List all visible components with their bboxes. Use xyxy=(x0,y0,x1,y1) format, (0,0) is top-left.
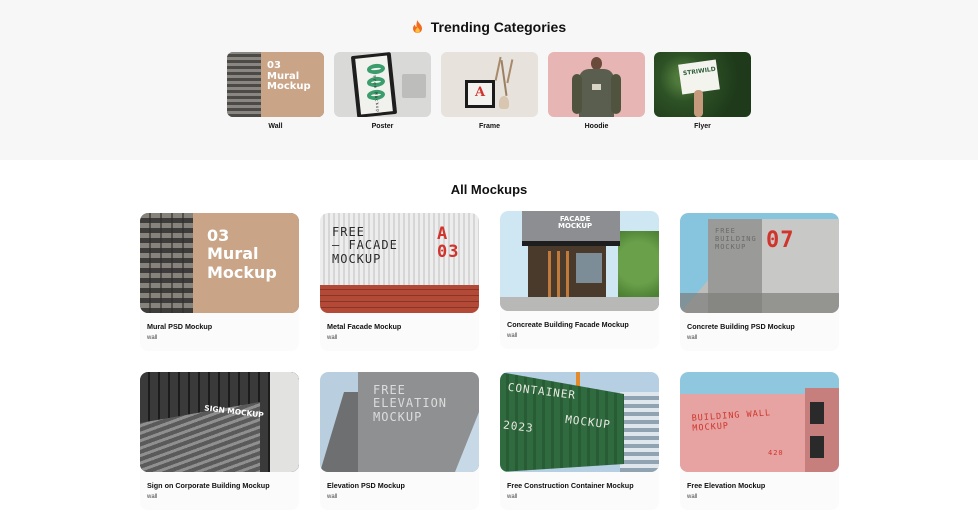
trending-title: Trending Categories xyxy=(430,19,567,35)
mockup-title[interactable]: Free Elevation Mockup xyxy=(687,481,765,490)
mockup-category: wall xyxy=(687,494,698,500)
category-thumb-flyer[interactable]: STRIWILD xyxy=(654,52,751,117)
mockup-card[interactable]: FREE ELEVATION MOCKUP Elevation PSD Mock… xyxy=(320,372,479,510)
mockup-image[interactable]: FREE BUILDING MOCKUP 07 xyxy=(680,213,839,313)
mockup-title[interactable]: Mural PSD Mockup xyxy=(147,322,212,331)
mockup-title[interactable]: Free Construction Container Mockup xyxy=(507,481,634,490)
all-mockups-heading: All Mockups xyxy=(450,182,528,197)
category-label[interactable]: Flyer xyxy=(654,123,751,130)
mockup-category: wall xyxy=(327,335,338,341)
mockup-title[interactable]: Concreate Building Facade Mockup xyxy=(507,320,629,329)
mockup-category: wall xyxy=(687,335,698,341)
mockup-image[interactable]: 03 Mural Mockup xyxy=(140,213,299,313)
fire-icon xyxy=(412,20,422,33)
category-thumb-hoodie[interactable] xyxy=(548,52,645,117)
category-thumb-text: 03 Mural Mockup xyxy=(267,60,311,92)
mockup-category: wall xyxy=(147,494,158,500)
mockup-image[interactable]: CONTAINER MOCKUP 2023 xyxy=(500,372,659,472)
mockup-title[interactable]: Concrete Building PSD Mockup xyxy=(687,322,795,331)
mockup-card[interactable]: FACADE MOCKUP Concreate Building Facade … xyxy=(500,211,659,349)
category-label[interactable]: Frame xyxy=(441,123,538,130)
trending-section: Trending Categories 03 Mural Mockup Wall… xyxy=(0,0,978,160)
mockup-image[interactable]: BUILDING WALL MOCKUP 420 xyxy=(680,372,839,472)
mockup-category: wall xyxy=(507,494,518,500)
mockup-image-text-2: 420 xyxy=(768,449,784,457)
trending-heading: Trending Categories xyxy=(0,19,978,35)
category-label[interactable]: Poster xyxy=(334,123,431,130)
mockup-image[interactable]: FREE ELEVATION MOCKUP xyxy=(320,372,479,472)
category-frame[interactable]: A Frame xyxy=(441,52,538,130)
mockup-category: wall xyxy=(507,333,518,339)
mockup-card[interactable]: CONTAINER MOCKUP 2023 Free Construction … xyxy=(500,372,659,510)
category-label[interactable]: Wall xyxy=(227,123,324,130)
mockup-card[interactable]: SIGN MOCKUP Sign on Corporate Building M… xyxy=(140,372,299,510)
category-thumb-poster[interactable]: Free Mockup xyxy=(334,52,431,117)
category-hoodie[interactable]: Hoodie xyxy=(548,52,645,130)
category-flyer[interactable]: STRIWILD Flyer xyxy=(654,52,751,130)
mockup-title[interactable]: Elevation PSD Mockup xyxy=(327,481,405,490)
mockup-card[interactable]: FREE — FACADE MOCKUP A 03 Metal Facade M… xyxy=(320,213,479,351)
mockup-card[interactable]: BUILDING WALL MOCKUP 420 Free Elevation … xyxy=(680,372,839,510)
mockup-image-text: FREE ELEVATION MOCKUP xyxy=(373,383,448,424)
mockup-image-text: FACADE MOCKUP xyxy=(558,215,593,231)
mockup-image-text-2: 07 xyxy=(766,228,795,253)
mockup-card[interactable]: 03 Mural Mockup Mural PSD Mockup wall xyxy=(140,213,299,351)
mockup-category: wall xyxy=(147,335,158,341)
mockup-image[interactable]: SIGN MOCKUP xyxy=(140,372,299,472)
category-thumb-frame[interactable]: A xyxy=(441,52,538,117)
mockup-image-text: FREE — FACADE MOCKUP xyxy=(332,225,398,266)
mockup-category: wall xyxy=(327,494,338,500)
category-poster[interactable]: Free Mockup Poster xyxy=(334,52,431,130)
mockup-image[interactable]: FREE — FACADE MOCKUP A 03 xyxy=(320,213,479,313)
mockup-image-text-2: A 03 xyxy=(437,224,460,262)
category-thumb-text: A xyxy=(475,85,487,100)
category-label[interactable]: Hoodie xyxy=(548,123,645,130)
mockup-image-text: FREE BUILDING MOCKUP xyxy=(715,227,757,252)
category-thumb-wall[interactable]: 03 Mural Mockup xyxy=(227,52,324,117)
mockup-card[interactable]: FREE BUILDING MOCKUP 07 Concrete Buildin… xyxy=(680,213,839,351)
mockup-title[interactable]: Metal Facade Mockup xyxy=(327,322,401,331)
category-wall[interactable]: 03 Mural Mockup Wall xyxy=(227,52,324,130)
mockup-image[interactable]: FACADE MOCKUP xyxy=(500,211,659,311)
mockup-title[interactable]: Sign on Corporate Building Mockup xyxy=(147,481,270,490)
mockup-image-text: 03 Mural Mockup xyxy=(207,226,277,282)
